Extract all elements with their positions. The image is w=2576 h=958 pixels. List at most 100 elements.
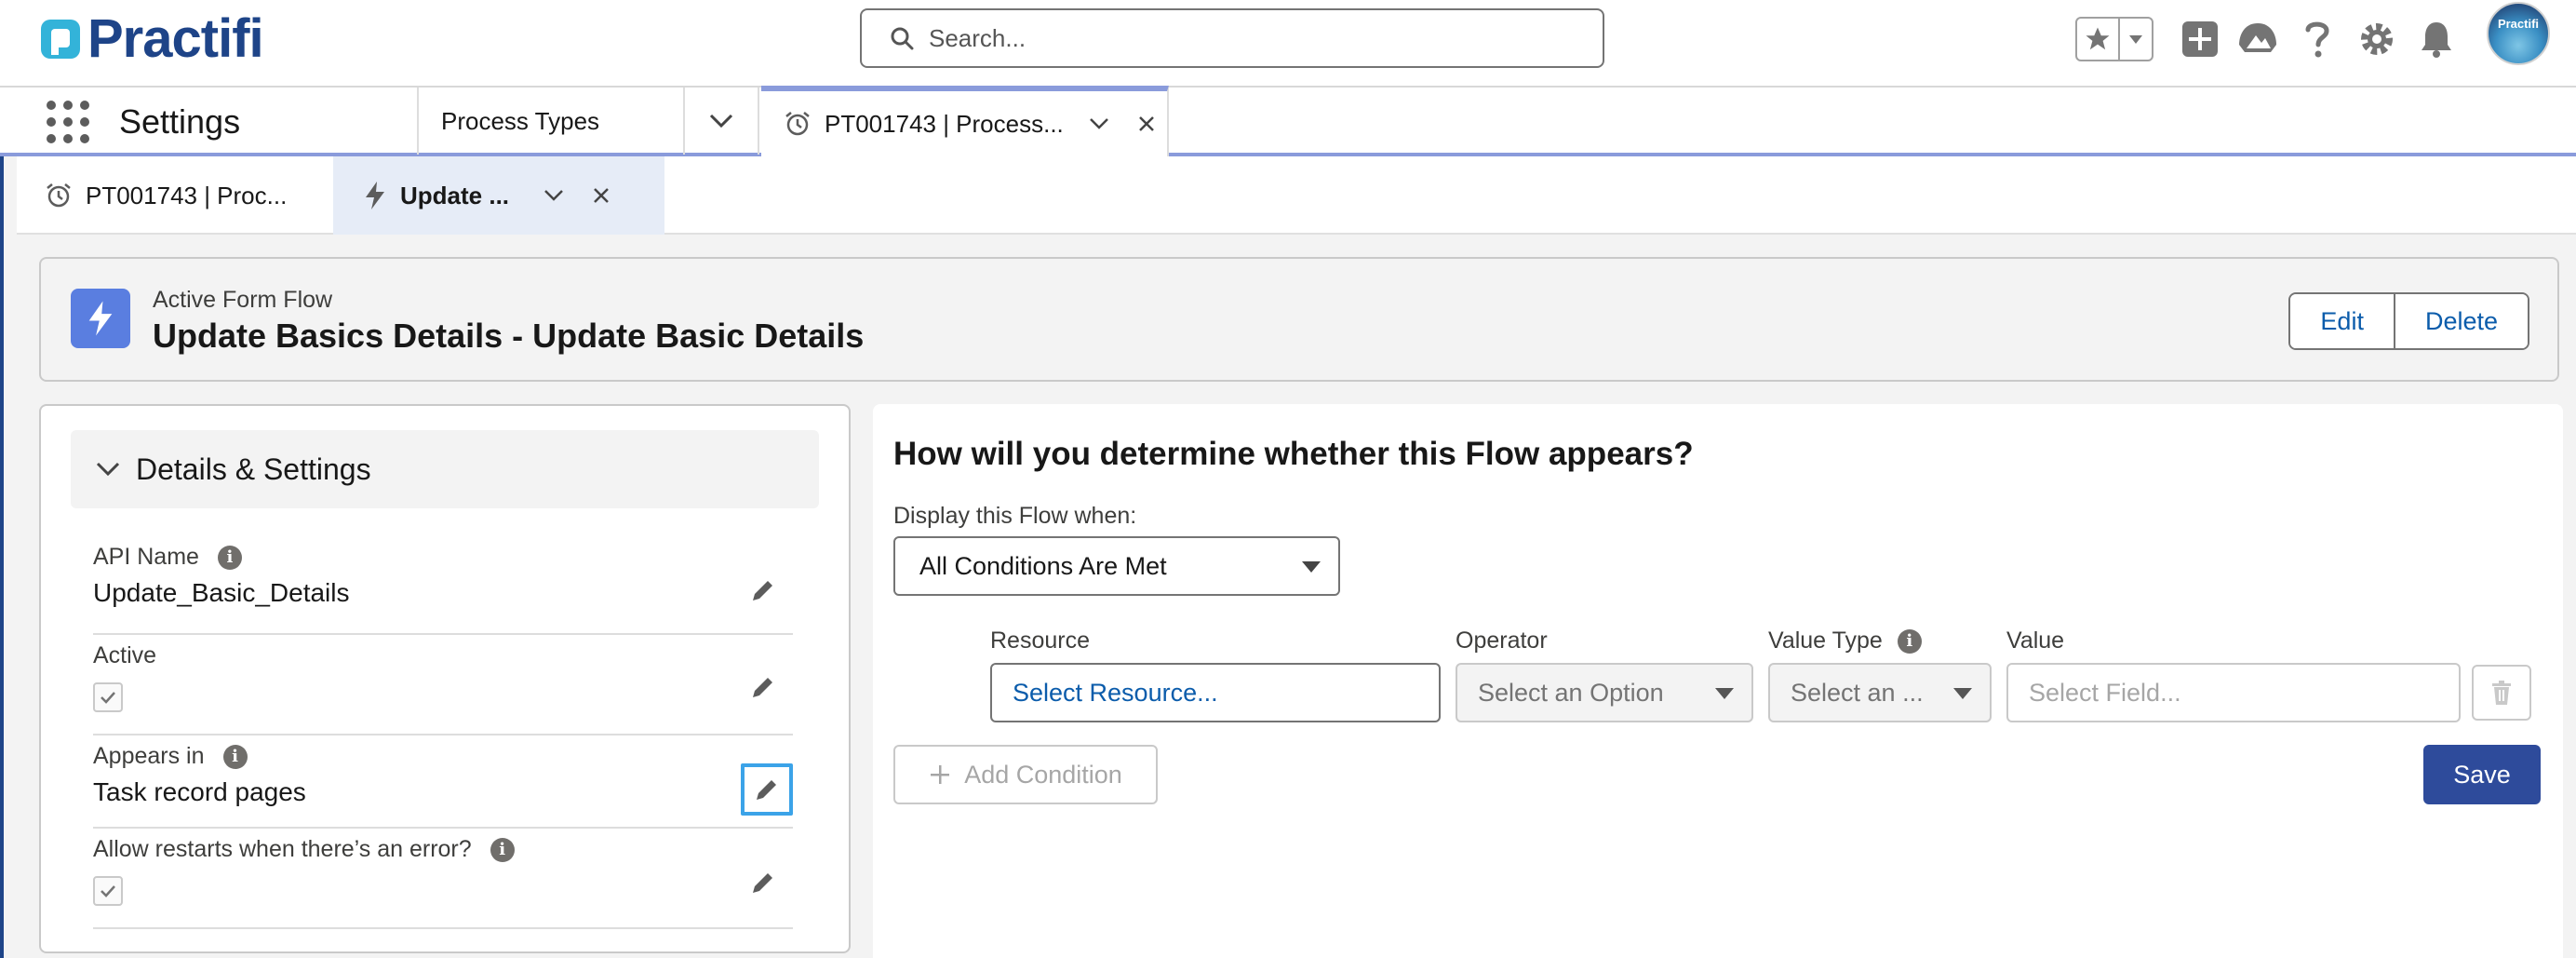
checkmark-icon <box>101 692 115 704</box>
field-value: Task record pages <box>93 777 306 806</box>
operator-placeholder: Select an Option <box>1478 678 1664 707</box>
edit-appears-in-button[interactable] <box>741 763 793 816</box>
app-launcher-dot <box>80 101 89 110</box>
app-navigation-bar: Settings Process Types PT001743 | Proces… <box>0 86 2576 156</box>
practifi-logo[interactable]: Practifi <box>37 8 264 69</box>
active-checkbox <box>93 682 123 712</box>
practifi-logo-icon <box>41 20 80 59</box>
plus-icon <box>931 765 950 784</box>
nav-item-process-types-menu[interactable] <box>685 88 759 155</box>
caret-down-icon <box>1715 688 1734 699</box>
caret-down-icon <box>2129 35 2142 44</box>
setup-button[interactable] <box>2351 13 2403 65</box>
column-label: Value Type <box>1768 627 1883 654</box>
global-add-button[interactable] <box>2174 13 2226 65</box>
value-placeholder: Select Field... <box>2029 678 2181 707</box>
pencil-icon <box>753 581 772 600</box>
chevron-down-icon[interactable] <box>543 189 564 202</box>
column-label: Operator <box>1456 627 1548 654</box>
user-avatar[interactable]: Practifi <box>2487 2 2550 65</box>
resource-select[interactable]: Select Resource... <box>990 663 1441 722</box>
allow-restarts-checkbox <box>93 876 123 906</box>
display-condition-select[interactable]: All Conditions Are Met <box>893 536 1340 596</box>
chevron-down-icon <box>709 114 733 128</box>
workspace-tab-label: PT001743 | Process... <box>825 109 1064 138</box>
section-header-details-settings[interactable]: Details & Settings <box>71 430 819 508</box>
subtab-label: PT001743 | Proc... <box>86 181 288 209</box>
global-search[interactable] <box>860 8 1604 68</box>
info-icon[interactable]: i <box>1897 628 1922 654</box>
lightning-bolt-icon <box>88 301 113 336</box>
delete-condition-button[interactable] <box>2472 665 2531 721</box>
panel-heading: How will you determine whether this Flow… <box>893 436 1694 472</box>
value-type-select[interactable]: Select an ... <box>1768 663 1992 722</box>
subtab-bar: PT001743 | Proc... Update ... <box>17 156 2576 235</box>
field-allow-restarts: Allow restarts when there’s an error? i <box>93 829 793 929</box>
nav-item-process-types[interactable]: Process Types <box>417 88 685 155</box>
app-launcher-button[interactable] <box>47 101 89 143</box>
column-label-value: Value <box>2006 627 2064 654</box>
value-field-select[interactable]: Select Field... <box>2006 663 2461 722</box>
workspace-tab-process-type[interactable]: PT001743 | Process... <box>761 86 1169 156</box>
app-name: Settings <box>119 102 241 141</box>
favorites-group <box>2075 17 2153 61</box>
column-label: Value <box>2006 627 2065 654</box>
edit-allow-restarts-button[interactable] <box>743 862 784 903</box>
trailhead-button[interactable] <box>2232 13 2284 65</box>
search-input[interactable] <box>929 23 1580 53</box>
field-appears-in: Appears in i Task record pages <box>93 737 793 829</box>
subtab-update-flow[interactable]: Update ... <box>333 156 664 235</box>
record-title: Update Basics Details - Update Basic Det… <box>153 317 865 355</box>
resource-placeholder: Select Resource... <box>1013 678 1218 707</box>
subtab-process-type[interactable]: PT001743 | Proc... <box>17 156 333 235</box>
field-label-row: Appears in i <box>93 743 793 770</box>
info-icon[interactable]: i <box>222 744 248 769</box>
field-label: Appears in <box>93 743 205 769</box>
column-label: Resource <box>990 627 1090 654</box>
logo-text: Practifi <box>87 8 264 69</box>
info-icon[interactable]: i <box>217 545 242 570</box>
close-icon[interactable] <box>592 186 610 205</box>
field-active: Active <box>93 637 793 735</box>
pencil-icon <box>753 873 772 893</box>
chevron-down-icon <box>96 462 120 477</box>
save-button[interactable]: Save <box>2423 745 2541 804</box>
app-launcher-dot <box>63 134 73 143</box>
app-launcher-dot <box>80 117 89 127</box>
flow-record-icon <box>71 289 130 348</box>
caret-down-icon <box>1953 688 1972 699</box>
favorites-menu-button[interactable] <box>2120 19 2152 60</box>
search-icon <box>891 27 914 50</box>
field-label-row: Active <box>93 642 793 669</box>
field-label: Active <box>93 642 157 668</box>
select-value: All Conditions Are Met <box>919 551 1167 580</box>
edit-active-button[interactable] <box>743 667 784 708</box>
pencil-icon <box>753 678 772 697</box>
notifications-button[interactable] <box>2410 13 2462 65</box>
add-condition-button[interactable]: Add Condition <box>893 745 1158 804</box>
chevron-down-icon[interactable] <box>1089 117 1109 130</box>
details-settings-card: Details & Settings API Name i Update_Bas… <box>39 404 851 953</box>
field-label-row: API Name i <box>93 544 793 571</box>
help-button[interactable] <box>2291 13 2343 65</box>
pencil-icon <box>757 780 776 800</box>
edit-button[interactable]: Edit <box>2290 294 2394 348</box>
setup-gear-icon <box>2361 23 2393 55</box>
edit-api-name-button[interactable] <box>743 570 784 611</box>
operator-select[interactable]: Select an Option <box>1456 663 1753 722</box>
column-label-operator: Operator <box>1456 627 1548 654</box>
alarm-clock-icon <box>47 183 71 208</box>
add-icon <box>2182 21 2218 57</box>
alarm-clock-icon <box>785 112 810 136</box>
column-label-resource: Resource <box>990 627 1090 654</box>
value-type-placeholder: Select an ... <box>1791 678 1924 707</box>
delete-button[interactable]: Delete <box>2393 294 2528 348</box>
close-icon[interactable] <box>1137 115 1156 133</box>
info-icon[interactable]: i <box>490 837 515 862</box>
column-label-value-type: Value Type i <box>1768 627 1922 654</box>
favorites-button[interactable] <box>2077 19 2120 60</box>
display-condition-label: Display this Flow when: <box>893 503 1137 529</box>
notifications-bell-icon <box>2422 22 2451 58</box>
nav-item-label: Process Types <box>441 106 600 135</box>
field-label: API Name <box>93 544 199 570</box>
